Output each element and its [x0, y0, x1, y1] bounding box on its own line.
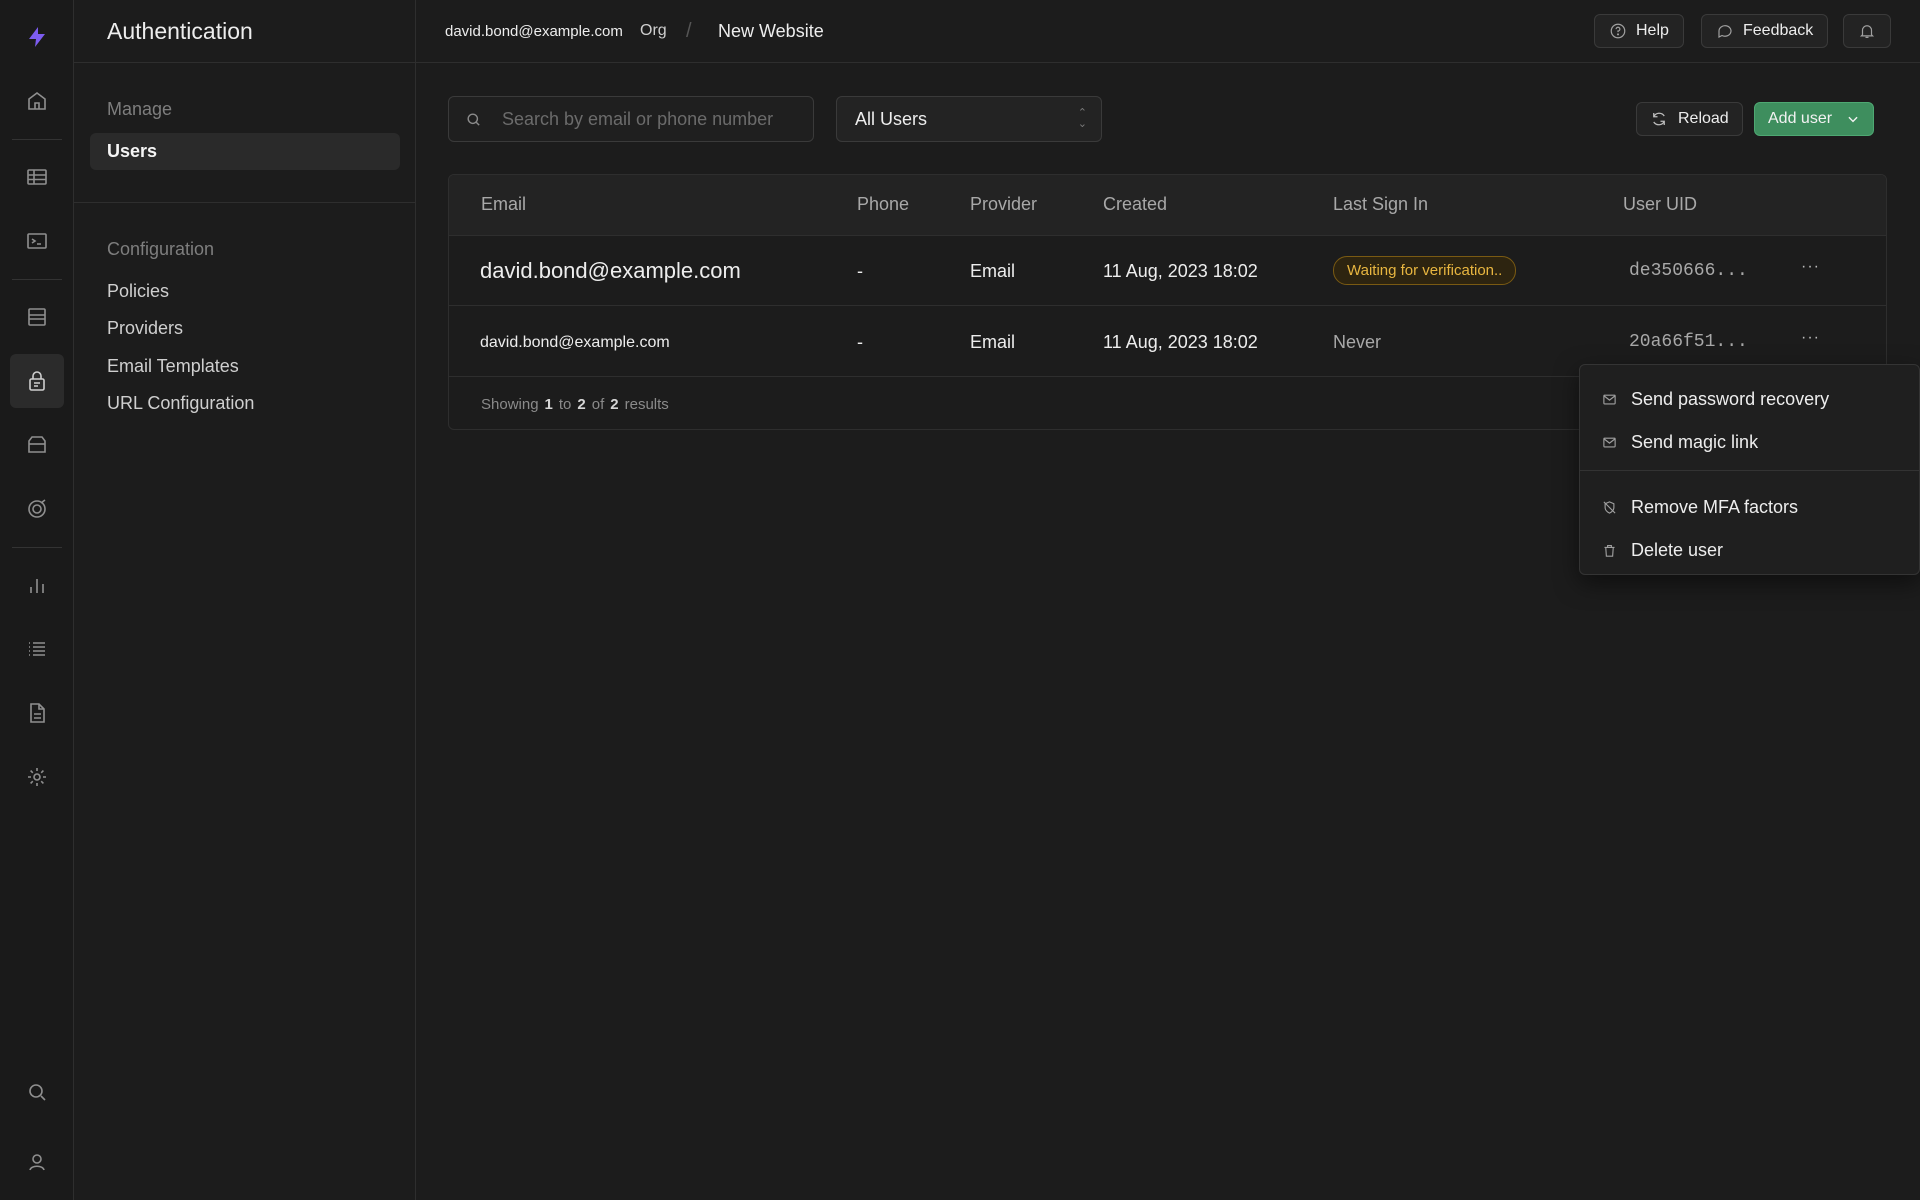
menu-item-label: Remove MFA factors: [1631, 496, 1799, 517]
auth-sidebar: Authentication Manage Users Configuratio…: [74, 0, 416, 1200]
user-email: david.bond@example.com: [480, 258, 741, 283]
refresh-icon: [1653, 112, 1665, 126]
table-header: Email Phone Provider Created Last Sign I…: [449, 175, 1886, 236]
rail-divider: [12, 279, 62, 280]
user-email: david.bond@example.com: [480, 334, 670, 351]
pagination-to-word: to: [558, 395, 572, 413]
manage-group-label: Manage: [107, 99, 173, 119]
user-provider: Email: [970, 332, 1016, 352]
row-actions-menu: Send password recovery Send magic link R…: [1579, 364, 1920, 575]
search-input[interactable]: [502, 108, 802, 130]
profile-icon[interactable]: [10, 1135, 64, 1189]
menu-item-send-password-recovery[interactable]: Send password recovery: [1580, 380, 1919, 418]
search-icon[interactable]: [10, 1065, 64, 1119]
icon-rail: [0, 0, 74, 1200]
realtime-icon[interactable]: [10, 482, 64, 536]
menu-item-send-magic-link[interactable]: Send magic link: [1580, 423, 1919, 461]
sidebar-item-url-configuration[interactable]: URL Configuration: [90, 385, 400, 422]
pagination-total: 2: [610, 395, 619, 413]
feedback-button[interactable]: Feedback: [1701, 14, 1829, 48]
users-page: All Users ⌃⌄ Reload Add user Email Phone…: [416, 63, 1920, 1200]
row-actions-icon[interactable]: ···: [1801, 258, 1820, 276]
breadcrumb-separator: /: [686, 19, 692, 42]
top-bar: david.bond@example.com Org / New Website…: [416, 0, 1920, 63]
logo-icon[interactable]: [10, 10, 64, 64]
help-button[interactable]: Help: [1594, 14, 1684, 48]
help-label: Help: [1636, 22, 1669, 39]
pagination-showing: Showing: [481, 395, 539, 413]
user-phone: -: [857, 261, 863, 281]
menu-item-label: Send magic link: [1631, 431, 1759, 452]
docs-icon[interactable]: [10, 686, 64, 740]
mail-icon: [1603, 394, 1616, 404]
reports-icon[interactable]: [10, 558, 64, 612]
user-uid: 20a66f51...: [1629, 332, 1748, 352]
rail-divider: [12, 547, 62, 548]
sidebar-divider: [74, 202, 416, 203]
column-header-provider[interactable]: Provider: [970, 194, 1037, 215]
sidebar-item-providers[interactable]: Providers: [90, 310, 400, 347]
breadcrumb-project[interactable]: New Website: [718, 21, 824, 42]
auth-icon[interactable]: [10, 354, 64, 408]
menu-item-label: Delete user: [1631, 539, 1724, 560]
section-title: Authentication: [74, 0, 415, 63]
search-box[interactable]: [448, 96, 814, 142]
pagination-from: 1: [544, 395, 553, 413]
menu-item-remove-mfa-factors[interactable]: Remove MFA factors: [1580, 488, 1919, 526]
user-filter-value: All Users: [855, 108, 928, 129]
user-phone: -: [857, 332, 863, 352]
add-user-button[interactable]: Add user: [1754, 102, 1875, 136]
database-icon[interactable]: [10, 290, 64, 344]
user-provider: Email: [970, 261, 1016, 281]
menu-divider: [1580, 470, 1919, 471]
breadcrumb-account[interactable]: david.bond@example.com: [445, 23, 623, 40]
menu-item-label: Send password recovery: [1631, 388, 1830, 409]
notifications-button[interactable]: [1843, 14, 1891, 48]
user-created: 11 Aug, 2023 18:02: [1103, 261, 1258, 281]
status-badge: Waiting for verification..: [1333, 256, 1517, 285]
logs-icon[interactable]: [10, 622, 64, 676]
column-header-phone[interactable]: Phone: [857, 194, 909, 215]
column-header-email[interactable]: Email: [481, 194, 526, 215]
user-uid: de350666...: [1629, 261, 1748, 281]
pagination-results: results: [624, 395, 669, 413]
add-user-label: Add user: [1768, 110, 1833, 127]
configuration-group-label: Configuration: [107, 239, 215, 259]
chevron-up-down-icon: ⌃ ⌄: [1077, 107, 1087, 130]
table-editor-icon[interactable]: [10, 150, 64, 204]
storage-icon[interactable]: [10, 418, 64, 472]
rail-divider: [12, 139, 62, 140]
search-icon: [467, 112, 480, 126]
sql-editor-icon[interactable]: [10, 214, 64, 268]
sidebar-item-policies[interactable]: Policies: [90, 273, 400, 310]
sidebar-item-users[interactable]: Users: [90, 133, 400, 170]
breadcrumb-org[interactable]: Org: [640, 22, 667, 40]
bell-icon: [1859, 25, 1875, 38]
help-icon: [1610, 23, 1626, 39]
user-filter-select[interactable]: All Users ⌃ ⌄: [836, 96, 1102, 142]
reload-button[interactable]: Reload: [1636, 102, 1743, 136]
user-created: 11 Aug, 2023 18:02: [1103, 332, 1258, 352]
table-row[interactable]: david.bond@example.com - Email 11 Aug, 2…: [449, 236, 1886, 306]
reload-label: Reload: [1678, 110, 1729, 127]
user-last-sign-in: Never: [1333, 332, 1382, 352]
message-icon: [1718, 25, 1732, 38]
row-actions-icon[interactable]: ···: [1801, 329, 1820, 347]
column-header-user-uid[interactable]: User UID: [1623, 194, 1697, 215]
home-icon[interactable]: [10, 74, 64, 128]
menu-item-delete-user[interactable]: Delete user: [1580, 531, 1919, 569]
column-header-last-sign-in[interactable]: Last Sign In: [1333, 194, 1428, 215]
mail-icon: [1603, 437, 1616, 447]
column-header-created[interactable]: Created: [1103, 194, 1167, 215]
settings-icon[interactable]: [10, 750, 64, 804]
feedback-label: Feedback: [1743, 22, 1814, 39]
pagination-of-word: of: [591, 395, 605, 413]
shield-off-icon: [1603, 500, 1616, 514]
app-root: Authentication Manage Users Configuratio…: [0, 0, 1920, 1200]
trash-icon: [1604, 544, 1615, 557]
pagination-to: 2: [577, 395, 586, 413]
sidebar-item-email-templates[interactable]: Email Templates: [90, 348, 400, 385]
chevron-down-icon[interactable]: [1846, 112, 1860, 126]
